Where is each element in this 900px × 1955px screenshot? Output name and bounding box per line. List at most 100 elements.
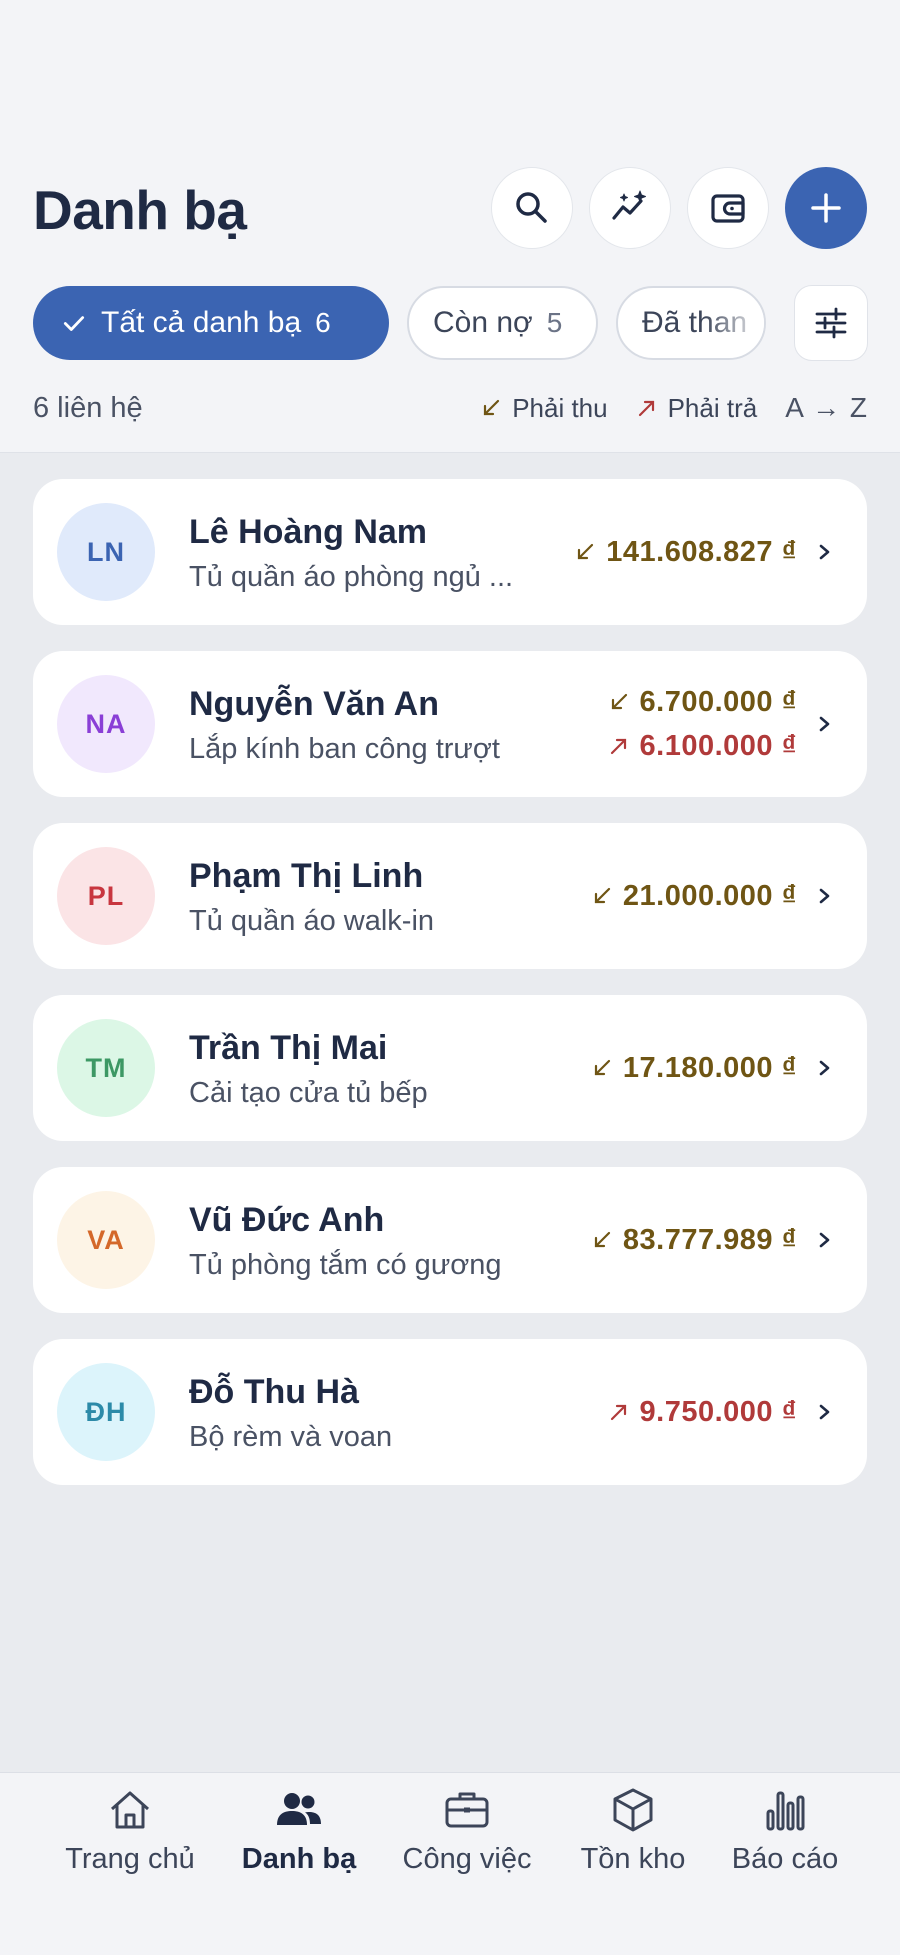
contact-description: Bộ rèm và voan xyxy=(189,1421,393,1453)
arrow-up-right-icon xyxy=(610,738,626,755)
contact-name: Đỗ Thu Hà xyxy=(189,1373,359,1411)
contact-name: Vũ Đức Anh xyxy=(189,1201,385,1239)
contact-description: Tủ phòng tắm có gương xyxy=(189,1249,502,1281)
legend-payable: Phải trả xyxy=(636,392,758,424)
contact-card[interactable]: ĐH Đỗ Thu Hà Bộ rèm và voan 9.750.000 ₫ xyxy=(33,1339,867,1485)
tab-inventory[interactable]: Tồn kho xyxy=(572,1773,694,1893)
legend-receivable-label: Phải thu xyxy=(512,392,608,423)
contact-card[interactable]: VA Vũ Đức Anh Tủ phòng tắm có gương 83.777.… xyxy=(33,1167,867,1313)
plus-icon xyxy=(811,193,841,223)
amounts: 6.700.000 ₫ 6.100.000 ₫ xyxy=(608,651,797,797)
legend-receivable: Phải thu xyxy=(480,392,608,424)
tab-jobs[interactable]: Công việc xyxy=(395,1773,539,1893)
sort-toggle[interactable]: A → Z xyxy=(785,392,868,424)
tab-reports[interactable]: Báo cáo xyxy=(722,1773,848,1893)
amounts: 9.750.000 ₫ xyxy=(608,1339,797,1485)
arrow-down-left-icon xyxy=(594,1059,611,1076)
add-contact-button[interactable] xyxy=(785,167,867,249)
chevron-right-icon xyxy=(819,1232,830,1248)
tab-reports-label: Báo cáo xyxy=(731,1843,839,1875)
avatar: VA xyxy=(57,1191,155,1289)
filter-chip-debt-count: 5 xyxy=(546,307,563,338)
avatar: LN xyxy=(57,503,155,601)
contact-description: Tủ quần áo phòng ngủ ... xyxy=(189,561,514,593)
analytics-button[interactable] xyxy=(589,167,671,249)
contact-count: 6 liên hệ xyxy=(33,392,143,424)
arrow-down-left-icon xyxy=(594,887,611,904)
chevron-right-icon xyxy=(819,888,830,904)
sliders-icon xyxy=(815,307,847,339)
legend-payable-label: Phải trả xyxy=(667,392,758,423)
receivable-value: 21.000.000 ₫ xyxy=(622,880,797,912)
header-area: Danh bạ Tất cả danh bạ 6 Còn nợ 5 Đã tha… xyxy=(0,0,900,453)
chevron-right-icon xyxy=(819,716,830,732)
contact-description: Tủ quần áo walk-in xyxy=(189,905,435,937)
tab-contacts[interactable]: Danh bạ xyxy=(237,1773,361,1893)
arrow-down-left-icon xyxy=(578,543,594,560)
contact-name: Phạm Thị Linh xyxy=(189,857,424,895)
check-icon xyxy=(63,316,85,331)
legend: Phải thu Phải trả A → Z xyxy=(480,392,868,424)
box-icon xyxy=(613,1788,653,1832)
contact-name: Lê Hoàng Nam xyxy=(189,513,428,551)
contacts-icon xyxy=(277,1793,321,1825)
filter-chip-all-label: Tất cả danh bạ xyxy=(101,306,302,339)
filter-chip-debt-label: Còn nợ xyxy=(433,306,533,339)
filter-settings-button[interactable] xyxy=(794,285,868,361)
search-icon xyxy=(516,192,547,223)
tab-home-label: Trang chủ xyxy=(65,1843,195,1875)
arrow-up-right-icon xyxy=(610,1404,626,1421)
filter-chip-debt[interactable]: Còn nợ 5 xyxy=(407,286,598,360)
tab-contacts-label: Danh bạ xyxy=(241,1843,357,1875)
amounts: 83.777.989 ₫ xyxy=(591,1167,797,1313)
filter-chip-all-count: 6 xyxy=(315,307,331,338)
wallet-icon xyxy=(711,194,745,223)
wallet-button[interactable] xyxy=(687,167,769,249)
receivable-amount: 21.000.000 ₫ xyxy=(591,874,797,918)
chevron-right-icon xyxy=(819,1060,830,1076)
contact-card[interactable]: PL Phạm Thị Linh Tủ quần áo walk-in 21.000.… xyxy=(33,823,867,969)
tab-home[interactable]: Trang chủ xyxy=(58,1773,202,1893)
contact-name: Trần Thị Mai xyxy=(189,1029,388,1067)
payable-amount: 6.100.000 ₫ xyxy=(608,724,797,768)
receivable-amount: 17.180.000 ₫ xyxy=(591,1046,797,1090)
avatar: NA xyxy=(57,675,155,773)
tab-inventory-label: Tồn kho xyxy=(580,1843,686,1875)
receivable-value: 83.777.989 ₫ xyxy=(622,1224,797,1256)
search-button[interactable] xyxy=(491,167,573,249)
avatar: PL xyxy=(57,847,155,945)
payable-amount: 9.750.000 ₫ xyxy=(608,1390,797,1434)
tab-jobs-label: Công việc xyxy=(402,1843,532,1875)
bar-chart-icon xyxy=(766,1791,805,1831)
receivable-value: 17.180.000 ₫ xyxy=(622,1052,797,1084)
receivable-value: 6.700.000 ₫ xyxy=(639,686,797,718)
avatar: TM xyxy=(57,1019,155,1117)
amounts: 141.608.827 ₫ xyxy=(574,479,797,625)
home-icon xyxy=(111,1791,149,1829)
receivable-amount: 83.777.989 ₫ xyxy=(591,1218,797,1262)
filter-chip-paid[interactable]: Đã than xyxy=(616,286,766,360)
contact-card[interactable]: NA Nguyễn Văn An Lắp kính ban công trượt 6.… xyxy=(33,651,867,797)
arrow-down-left-icon xyxy=(611,693,627,710)
receivable-value: 141.608.827 ₫ xyxy=(606,536,797,568)
bottom-tab-bar: Trang chủ Danh bạ Công việc Tồn kho Báo … xyxy=(0,1772,900,1955)
avatar: ĐH xyxy=(57,1363,155,1461)
arrow-down-left-icon xyxy=(484,399,500,416)
chevron-right-icon xyxy=(819,1404,830,1420)
contact-description: Lắp kính ban công trượt xyxy=(189,733,500,765)
contact-description: Cải tạo cửa tủ bếp xyxy=(189,1077,428,1109)
payable-value: 6.100.000 ₫ xyxy=(639,730,797,762)
contact-card[interactable]: TM Trần Thị Mai Cải tạo cửa tủ bếp 17.180.0… xyxy=(33,995,867,1141)
chevron-right-icon xyxy=(819,544,830,560)
contact-name: Nguyễn Văn An xyxy=(189,685,439,723)
payable-value: 9.750.000 ₫ xyxy=(639,1396,797,1428)
filter-chip-all[interactable]: Tất cả danh bạ 6 xyxy=(33,286,389,360)
arrow-down-left-icon xyxy=(594,1231,611,1248)
amounts: 17.180.000 ₫ xyxy=(591,995,797,1141)
page-title: Danh bạ xyxy=(33,179,247,241)
amounts: 21.000.000 ₫ xyxy=(591,823,797,969)
arrow-up-right-icon xyxy=(638,400,654,417)
contact-card[interactable]: LN Lê Hoàng Nam Tủ quần áo phòng ngủ ... 14… xyxy=(33,479,867,625)
briefcase-icon xyxy=(445,1792,489,1828)
filter-chip-paid-label: Đã than xyxy=(642,306,748,339)
